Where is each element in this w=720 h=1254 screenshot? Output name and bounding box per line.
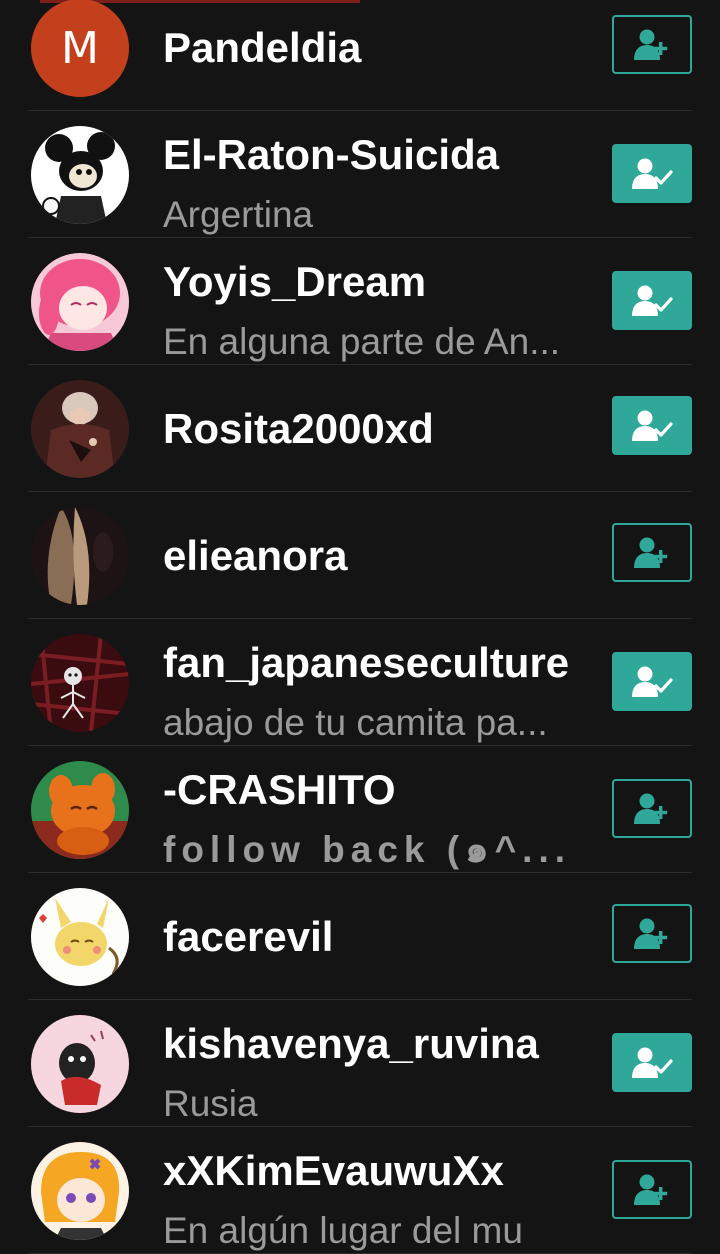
avatar[interactable] [31,1015,129,1113]
avatar-image [31,507,129,605]
avatar[interactable] [31,380,129,478]
avatar-image [31,634,129,732]
list-item[interactable]: facerevil [28,873,692,1000]
following-button[interactable] [612,396,692,455]
username[interactable]: Pandeldia [163,24,603,72]
person-check-icon [632,158,673,189]
username[interactable]: facerevil [163,913,603,961]
username[interactable]: -CRASHITO [163,766,603,814]
user-bio: follow back (๑^... [163,829,572,870]
person-check-icon [632,1047,673,1078]
following-button[interactable] [612,1033,692,1092]
person-add-icon [634,793,668,824]
avatar-image [31,761,129,859]
person-check-icon [632,410,673,441]
follow-button[interactable] [612,779,692,838]
list-item[interactable]: El-Raton-Suicida Argertina [28,111,692,238]
username[interactable]: xXKimEvauwuXx [163,1147,603,1195]
avatar-image [31,253,129,351]
list-item[interactable]: Yoyis_Dream En alguna parte de An... [28,238,692,365]
avatar-image [31,1015,129,1113]
user-location: En algún lugar del mu [163,1210,523,1251]
avatar[interactable] [31,888,129,986]
username[interactable]: El-Raton-Suicida [163,131,603,179]
user-location: Rusia [163,1083,258,1124]
follow-button[interactable] [612,523,692,582]
list-item[interactable]: -CRASHITO follow back (๑^... [28,746,692,873]
user-list: M Pandeldia El-Raton-Suicida Argertina Y… [0,0,720,1254]
list-item[interactable]: xXKimEvauwuXx En algún lugar del mu [28,1127,692,1254]
person-add-icon [634,29,668,60]
person-check-icon [632,285,673,316]
following-button[interactable] [612,271,692,330]
username[interactable]: Rosita2000xd [163,405,603,453]
username[interactable]: fan_japaneseculture [163,639,603,687]
avatar-image [31,380,129,478]
user-location: Argertina [163,194,314,235]
user-location: En alguna parte de An... [163,321,561,362]
avatar[interactable] [31,507,129,605]
avatar[interactable] [31,634,129,732]
list-item[interactable]: elieanora [28,492,692,619]
person-add-icon [634,1174,668,1205]
list-item[interactable]: kishavenya_ruvina Rusia [28,1000,692,1127]
username[interactable]: Yoyis_Dream [163,258,603,306]
avatar[interactable] [31,1142,129,1240]
list-item[interactable]: M Pandeldia [28,0,692,111]
follow-button[interactable] [612,1160,692,1219]
avatar[interactable]: M [31,0,129,97]
list-item[interactable]: fan_japaneseculture abajo de tu camita p… [28,619,692,746]
avatar-letter: M [61,22,99,74]
avatar-image [31,126,129,224]
avatar[interactable] [31,126,129,224]
avatar[interactable] [31,253,129,351]
username[interactable]: kishavenya_ruvina [163,1020,603,1068]
person-add-icon [634,537,668,568]
follow-button[interactable] [612,15,692,74]
username[interactable]: elieanora [163,532,603,580]
avatar[interactable] [31,761,129,859]
follow-button[interactable] [612,904,692,963]
person-check-icon [632,666,673,697]
following-button[interactable] [612,144,692,203]
user-location: abajo de tu camita pa... [163,702,548,743]
avatar-image [31,888,129,986]
list-item[interactable]: Rosita2000xd [28,365,692,492]
avatar-image [31,1142,129,1240]
following-button[interactable] [612,652,692,711]
person-add-icon [634,918,668,949]
